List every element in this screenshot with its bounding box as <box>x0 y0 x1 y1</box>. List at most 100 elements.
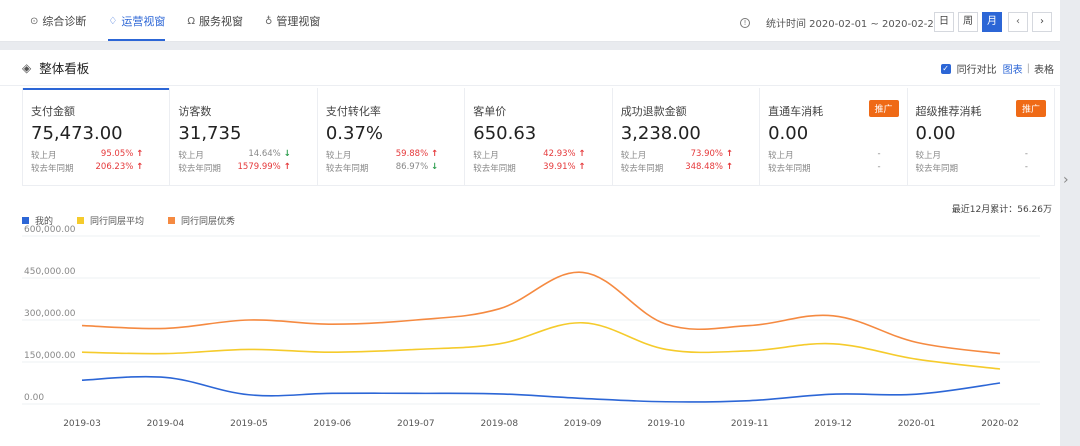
shield-icon: ♢ <box>108 15 118 27</box>
tab-1[interactable]: ♢ 运营视窗 <box>108 0 165 42</box>
chevron-right-icon[interactable]: › <box>1063 172 1072 188</box>
series-line <box>81 375 1001 403</box>
tab-label: 综合诊断 <box>42 15 87 28</box>
arrow-up-icon: ↑ <box>133 162 144 172</box>
comparison-value: - <box>1025 162 1028 174</box>
comparison-label: 较上月 <box>768 151 794 161</box>
tab-2[interactable]: Ω 服务视窗 <box>187 0 243 42</box>
panel-header: ◈ 整体看板 <box>0 50 1060 86</box>
kpi-label: 成功退款金额 <box>620 105 687 118</box>
comparison-value: - <box>877 162 880 174</box>
comparison-value: - <box>877 149 880 161</box>
kpi-card[interactable]: 访客数 31,735 较上月 14.64% ↓ 较去年同期 1579.99% ↑ <box>170 88 318 185</box>
comparison-label: 较上月 <box>473 151 499 161</box>
comparison-number: 1579.99% <box>237 162 281 172</box>
trend-chart: 600,000.00 450,000.00 300,000.00 150,000.00… <box>22 225 1040 429</box>
comparison-row: 较上月 59.88% ↑ <box>326 149 438 161</box>
period-button[interactable]: 日 <box>934 12 954 32</box>
compare-label: 同行对比 <box>956 65 997 76</box>
kpi-value: 0.00 <box>768 123 809 144</box>
arrow-up-icon: ↑ <box>133 149 144 159</box>
x-tick-label: 2019-08 <box>480 419 518 429</box>
y-tick-label: 300,000.00 <box>24 309 76 319</box>
comparison-number: 14.64% <box>248 149 281 159</box>
promo-button[interactable]: 推广 <box>868 100 899 117</box>
x-tick-label: 2020-01 <box>898 419 936 429</box>
comparison-number: 59.88% <box>395 149 429 159</box>
comparison-value: 1579.99% ↑ <box>238 162 291 174</box>
arrow-up-icon: ↑ <box>723 149 734 159</box>
y-tick-label: 0.00 <box>24 393 44 403</box>
compare-toggle: ✓ 同行对比 图表 | 表格 <box>940 61 1054 76</box>
comparison-row: 较上月 95.05% ↑ <box>31 149 143 161</box>
kpi-card[interactable]: 超级推荐消耗 0.00 推广 较上月 - 较去年同期 - <box>908 88 1054 185</box>
kpi-value: 0.37% <box>325 123 384 144</box>
period-label: 统计时间 2020-02-01 ~ 2020-02-29 <box>766 19 941 30</box>
comparison-label: 较去年同期 <box>620 164 664 174</box>
x-tick-label: 2019-07 <box>397 419 435 429</box>
x-tick-label: 2019-06 <box>314 419 352 429</box>
comparison-label: 较去年同期 <box>325 164 369 174</box>
kpi-card[interactable]: 客单价 650.63 较上月 42.93% ↑ 较去年同期 39.91% ↑ <box>465 88 613 185</box>
arrow-down-icon: ↓ <box>428 162 439 172</box>
table-view-link[interactable]: 表格 <box>1034 61 1054 76</box>
comparison-label: 较去年同期 <box>178 164 221 174</box>
kpi-label: 支付转化率 <box>325 105 381 118</box>
comparison-value: - <box>1025 149 1028 161</box>
comparison-value: 206.23% ↑ <box>96 162 144 174</box>
comparison-row: 较去年同期 39.91% ↑ <box>473 162 585 174</box>
chevron-left-icon[interactable]: ‹ <box>1008 12 1028 32</box>
x-tick-label: 2019-03 <box>63 419 101 429</box>
comparison-number: 86.97% <box>395 162 429 172</box>
comparison-number: 206.23% <box>95 162 134 172</box>
comparison-row: 较上月 73.90% ↑ <box>621 149 733 161</box>
comparison-row: 较上月 - <box>768 149 880 161</box>
series-line <box>81 271 1001 355</box>
comparison-value: 14.64% ↓ <box>248 149 291 161</box>
location-icon: ⊙ <box>30 15 39 27</box>
x-tick-label: 2019-05 <box>230 419 268 429</box>
comparison-label: 较去年同期 <box>473 164 516 174</box>
y-tick-label: 150,000.00 <box>24 351 76 361</box>
kpi-card[interactable]: 支付金额 75,473.00 较上月 95.05% ↑ 较去年同期 206.23% ↑ <box>23 88 171 185</box>
comparison-row: 较去年同期 - <box>916 162 1028 174</box>
period-button[interactable]: 周 <box>958 12 978 32</box>
kpi-row: 支付金额 75,473.00 较上月 95.05% ↑ 较去年同期 206.23% ↑ 访客… <box>22 88 1055 186</box>
comparison-label: 较上月 <box>620 151 647 161</box>
comparison-row: 较去年同期 1579.99% ↑ <box>178 162 290 174</box>
comparison-label: 较上月 <box>31 151 57 161</box>
promo-button[interactable]: 推广 <box>1015 100 1046 117</box>
comparison-row: 较去年同期 86.97% ↓ <box>326 162 438 174</box>
kpi-label: 访客数 <box>178 105 212 118</box>
comparison-label: 较去年同期 <box>915 164 959 174</box>
x-tick-label: 2019-09 <box>564 419 602 429</box>
comparison-row: 较去年同期 348.48% ↑ <box>621 162 733 174</box>
kpi-value: 650.63 <box>473 123 537 144</box>
comparison-value: 95.05% ↑ <box>101 149 144 161</box>
chevron-right-icon[interactable]: › <box>1032 12 1052 32</box>
arrow-down-icon: ↓ <box>280 149 291 159</box>
medal-icon: ♁ <box>265 15 273 27</box>
kpi-value: 75,473.00 <box>31 123 123 144</box>
comparison-row: 较去年同期 - <box>768 162 880 174</box>
kpi-label: 支付金额 <box>31 105 75 118</box>
kpi-card[interactable]: 直通车消耗 0.00 推广 较上月 - 较去年同期 - <box>760 88 908 185</box>
tab-0[interactable]: ⊙ 综合诊断 <box>30 0 86 42</box>
info-icon[interactable]: ! <box>740 17 750 28</box>
comparison-label: 较去年同期 <box>31 164 74 174</box>
kpi-card[interactable]: 成功退款金额 3,238.00 较上月 73.90% ↑ 较去年同期 348.48% ↑ <box>613 88 761 185</box>
period-button[interactable]: 月 <box>982 12 1002 32</box>
chart-view-link[interactable]: 图表 <box>1003 61 1023 76</box>
kpi-card[interactable]: 支付转化率 0.37% 较上月 59.88% ↑ 较去年同期 86.97% ↓ <box>318 88 466 185</box>
tab-label: 管理视窗 <box>276 15 321 28</box>
panel-title: 整体看板 <box>39 61 90 76</box>
comparison-number: - <box>1024 149 1028 159</box>
comparison-value: 348.48% ↑ <box>685 162 733 174</box>
tab-3[interactable]: ♁ 管理视窗 <box>265 0 320 42</box>
divider: | <box>1026 63 1030 74</box>
compare-checkbox[interactable]: ✓ <box>940 63 951 74</box>
comparison-value: 39.91% ↑ <box>543 162 586 174</box>
view-tabs: ⊙ 综合诊断 ♢ 运营视窗 Ω 服务视窗 ♁ 管理视窗 <box>30 0 342 42</box>
comparison-row: 较上月 14.64% ↓ <box>178 149 290 161</box>
arrow-up-icon: ↑ <box>723 162 734 172</box>
